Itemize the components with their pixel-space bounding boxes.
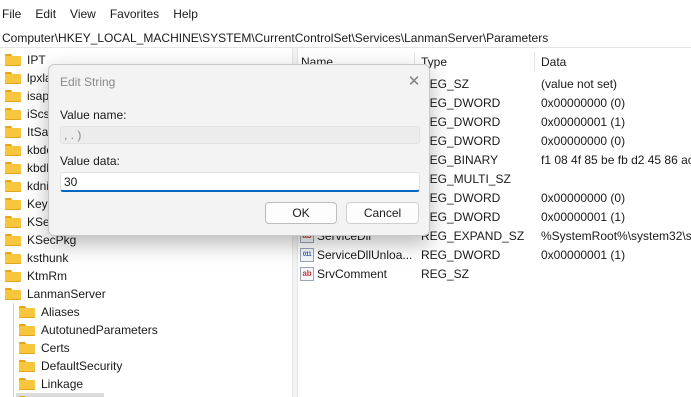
tree-connector-line	[13, 303, 14, 397]
value-type: REG_SZ	[421, 267, 470, 281]
tree-item[interactable]	[16, 393, 104, 397]
value-name-label: Value name:	[60, 108, 127, 122]
folder-icon	[5, 234, 21, 246]
value-data: 0x00000000 (0)	[541, 134, 626, 148]
folder-icon	[5, 54, 21, 66]
cancel-button[interactable]: Cancel	[346, 202, 419, 224]
folder-icon	[19, 378, 35, 390]
column-data-label: Data	[541, 55, 567, 69]
value-data: (value not set)	[541, 77, 618, 91]
value-data: %SystemRoot%\system32\sr	[541, 229, 691, 243]
value-type: REG_DWORD	[421, 96, 501, 110]
tree-item-label: AutotunedParameters	[41, 323, 158, 337]
value-type: REG_DWORD	[421, 191, 501, 205]
dialog-title: Edit String	[60, 75, 116, 89]
value-type: REG_EXPAND_SZ	[421, 229, 525, 243]
column-separator[interactable]	[534, 52, 535, 72]
value-data: 0x00000001 (1)	[541, 115, 626, 129]
folder-icon	[5, 252, 21, 264]
address-path: Computer\HKEY_LOCAL_MACHINE\SYSTEM\Curre…	[2, 30, 549, 45]
folder-icon	[5, 162, 21, 174]
value-type: REG_BINARY	[421, 153, 499, 167]
tree-item-label: IPT	[27, 53, 46, 67]
folder-icon	[5, 216, 21, 228]
menu-view[interactable]: View	[66, 7, 104, 21]
string-value-icon: ab	[300, 267, 314, 281]
tree-item[interactable]: ksthunk	[0, 249, 292, 267]
menu-help[interactable]: Help	[169, 7, 206, 21]
folder-icon	[19, 360, 35, 372]
folder-icon	[5, 198, 21, 210]
tree-item-label: kdni	[27, 179, 50, 193]
menu-edit[interactable]: Edit	[31, 7, 64, 21]
tree-item-label: ksthunk	[27, 251, 69, 265]
tree-item[interactable]: AutotunedParameters	[16, 321, 276, 339]
tree-item-label: Aliases	[41, 305, 80, 319]
folder-icon	[19, 342, 35, 354]
value-type: REG_DWORD	[421, 134, 501, 148]
tree-item[interactable]: Aliases	[16, 303, 276, 321]
tree-item[interactable]: KtmRm	[0, 267, 292, 285]
folder-icon	[5, 180, 21, 192]
folder-icon	[19, 306, 35, 318]
binary-value-icon: 011	[300, 248, 314, 262]
folder-icon	[5, 108, 21, 120]
folder-icon	[5, 144, 21, 156]
tree-item-label: Linkage	[41, 377, 84, 391]
value-type: REG_MULTI_SZ	[421, 172, 511, 186]
value-type: REG_DWORD	[421, 210, 501, 224]
folder-icon	[5, 126, 21, 138]
tree-item[interactable]: Certs	[16, 339, 276, 357]
menu-bar: File Edit View Favorites Help	[0, 0, 691, 28]
menu-file[interactable]: File	[0, 7, 29, 21]
tree-item[interactable]: Linkage	[16, 375, 276, 393]
tree-item-label: LanmanServer	[27, 287, 106, 301]
value-type: REG_DWORD	[421, 248, 501, 262]
value-data: 0x00000001 (1)	[541, 248, 626, 262]
folder-icon	[5, 90, 21, 102]
value-data-label: Value data:	[60, 154, 120, 168]
close-icon[interactable]: ✕	[403, 71, 425, 91]
tree-item-label: DefaultSecurity	[41, 359, 123, 373]
address-bar[interactable]: Computer\HKEY_LOCAL_MACHINE\SYSTEM\Curre…	[0, 28, 691, 48]
menu-favorites[interactable]: Favorites	[106, 7, 167, 21]
value-type: REG_DWORD	[421, 115, 501, 129]
value-data: 0x00000001 (1)	[541, 210, 626, 224]
value-name: ServiceDllUnloa...	[317, 248, 413, 262]
value-data-input[interactable]	[60, 172, 420, 192]
ok-button[interactable]: OK	[265, 202, 337, 224]
value-row[interactable]: ab SrvComment REG_SZ	[298, 265, 691, 284]
tree-item[interactable]: DefaultSecurity	[16, 357, 276, 375]
value-data: f1 08 4f 85 be fb d2 45 86 ac 3	[541, 153, 691, 167]
edit-string-dialog: Edit String ✕ Value name: , . ) Value da…	[48, 64, 430, 236]
value-data: 0x00000000 (0)	[541, 191, 626, 205]
folder-icon	[5, 288, 21, 300]
tree-item-label: KtmRm	[27, 269, 67, 283]
column-header-data[interactable]: Data	[541, 52, 566, 72]
value-row[interactable]: 011 ServiceDllUnloa... REG_DWORD 0x00000001…	[298, 246, 691, 265]
value-data: 0x00000000 (0)	[541, 96, 626, 110]
tree-item-label: Certs	[41, 341, 70, 355]
folder-icon	[5, 270, 21, 282]
value-name: SrvComment	[317, 267, 388, 281]
folder-icon	[19, 324, 35, 336]
tree-item[interactable]: LanmanServer	[0, 285, 292, 303]
folder-icon	[5, 72, 21, 84]
value-name-field: , . )	[60, 126, 420, 144]
